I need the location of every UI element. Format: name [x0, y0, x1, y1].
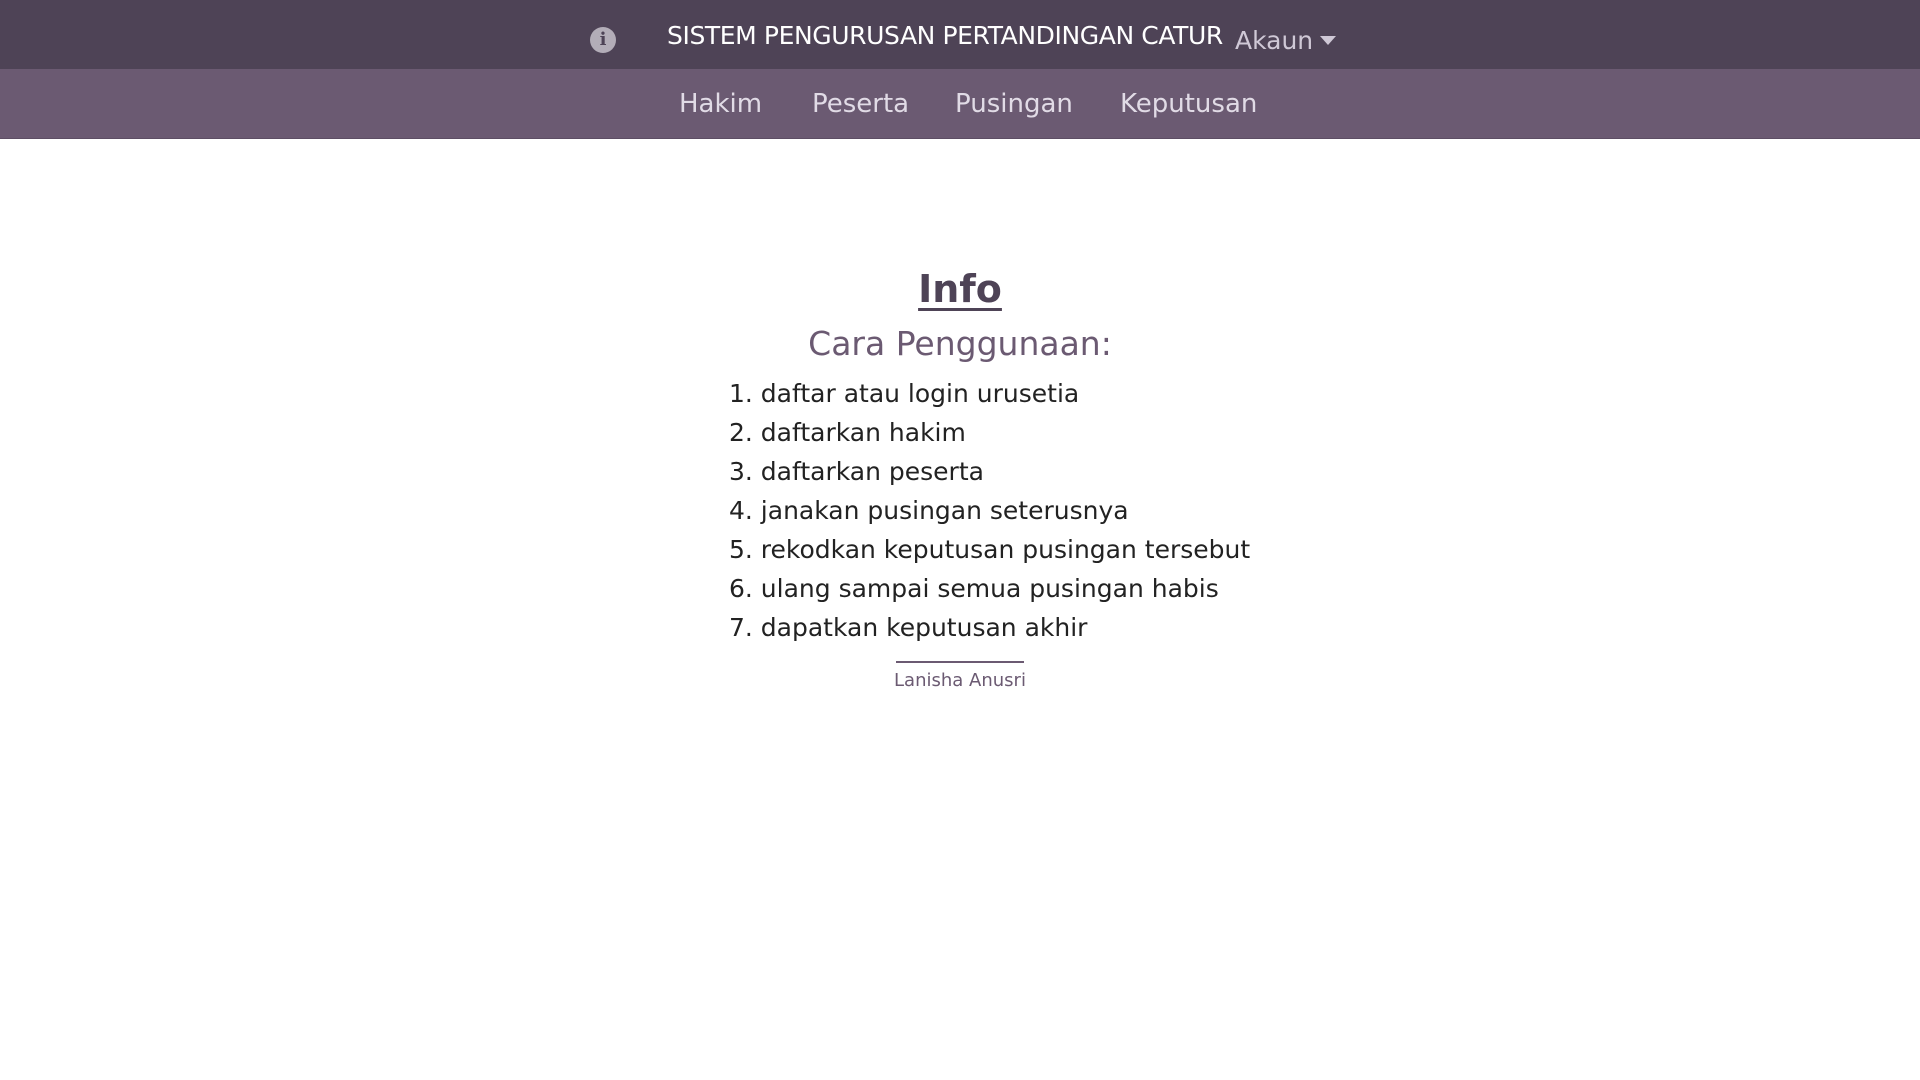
nav-item-pusingan[interactable]: Pusingan [955, 84, 1073, 124]
main-navigation: Hakim Peserta Pusingan Keputusan [0, 69, 1920, 139]
nav-item-keputusan[interactable]: Keputusan [1120, 84, 1257, 124]
main-content: Info Cara Penggunaan: 1. daftar atau log… [0, 139, 1920, 1080]
top-header: i SISTEM PENGURUSAN PERTANDINGAN CATUR A… [0, 0, 1920, 69]
usage-step: 2. daftarkan hakim [729, 418, 966, 447]
account-label: Akaun [1235, 26, 1314, 55]
usage-subheading: Cara Penggunaan: [808, 324, 1112, 363]
nav-item-peserta[interactable]: Peserta [812, 84, 909, 124]
usage-step: 6. ulang sampai semua pusingan habis [729, 574, 1219, 603]
author-divider [896, 661, 1024, 663]
info-icon[interactable]: i [590, 27, 616, 53]
app-title: SISTEM PENGURUSAN PERTANDINGAN CATUR [667, 21, 1223, 50]
usage-step: 3. daftarkan peserta [729, 457, 984, 486]
usage-step: 1. daftar atau login urusetia [729, 379, 1080, 408]
page-title: Info [918, 267, 1002, 311]
usage-steps-list: 1. daftar atau login urusetia 2. daftark… [729, 374, 1250, 647]
usage-step: 4. janakan pusingan seterusnya [729, 496, 1129, 525]
caret-down-icon [1320, 36, 1337, 45]
usage-step: 7. dapatkan keputusan akhir [729, 613, 1088, 642]
usage-step: 5. rekodkan keputusan pusingan tersebut [729, 535, 1251, 564]
account-dropdown[interactable]: Akaun [1235, 22, 1337, 60]
author-credit: Lanisha Anusri [894, 670, 1026, 691]
nav-item-hakim[interactable]: Hakim [679, 84, 762, 124]
